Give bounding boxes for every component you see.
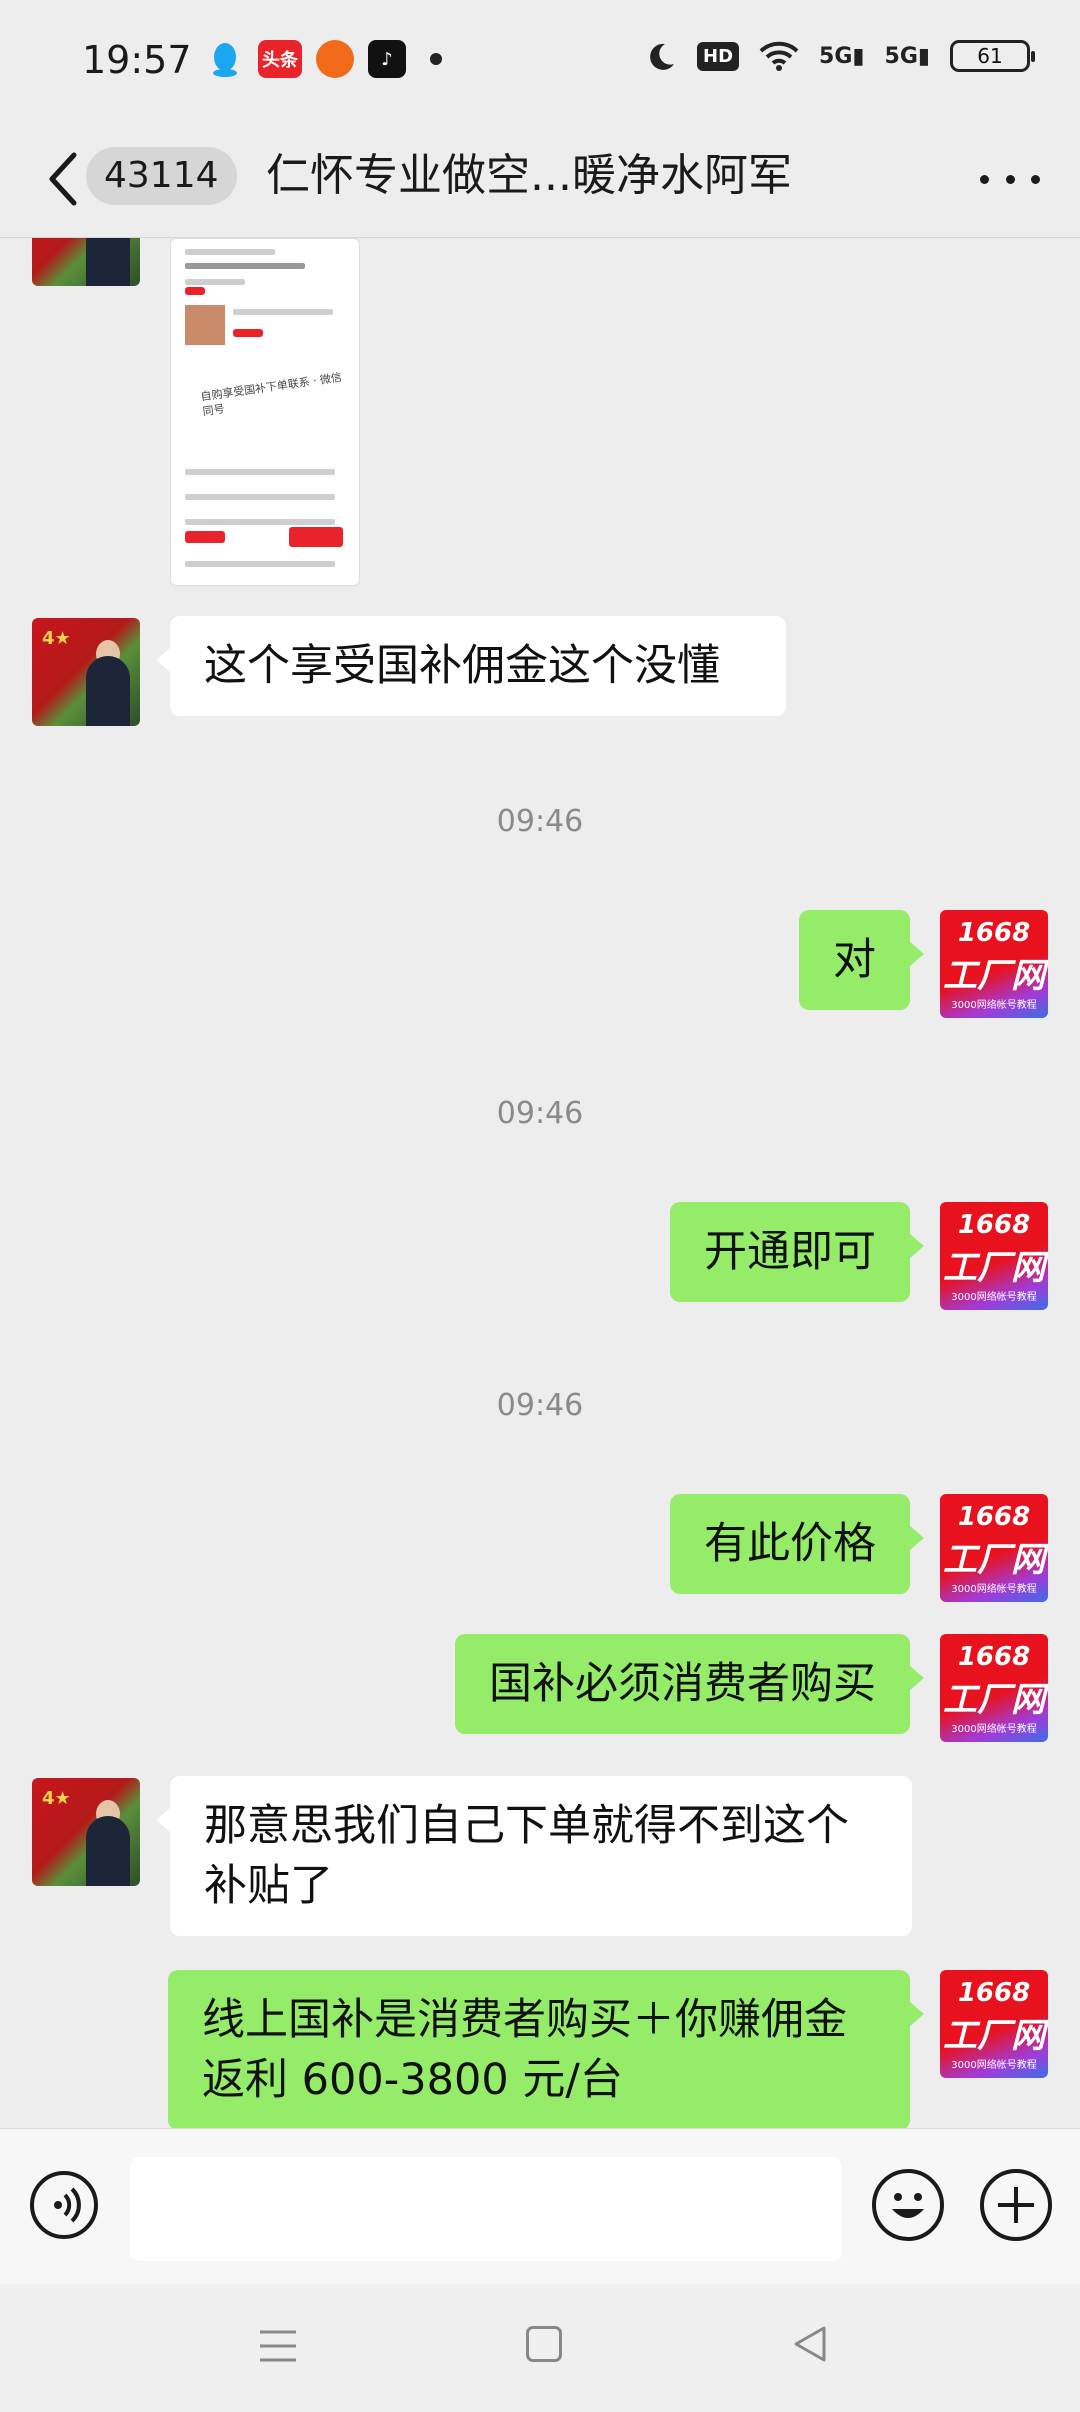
product-order-screenshot[interactable]: 自购享受国补下单联系 · 微信同号 [170,238,360,586]
contact-avatar[interactable]: 4★ [32,618,140,726]
my-avatar[interactable]: 1668 工厂网 3000网络帐号教程 [940,1202,1048,1310]
home-icon[interactable] [526,2326,562,2362]
qq-icon [206,40,244,78]
message-input-bar [0,2128,1080,2285]
recent-apps-icon[interactable] [258,2328,298,2364]
my-avatar[interactable]: 1668 工厂网 3000网络帐号教程 [940,1970,1048,2078]
outgoing-message[interactable]: 开通即可 [670,1202,924,1302]
wifi-icon [759,41,799,71]
incoming-message[interactable]: 这个享受国补佣金这个没懂 [156,616,786,716]
unread-count-badge[interactable]: 43114 [86,147,237,205]
moon-icon [650,43,675,70]
emoji-icon[interactable] [872,2169,944,2241]
status-bar: 19:57 头条 ♪ HD 5G▮ 5G▮ 61 [0,0,1080,125]
message-timestamp: 09:46 [496,1388,584,1423]
more-notifications-dot [430,53,442,65]
contact-avatar[interactable] [32,238,140,286]
incoming-message[interactable]: 那意思我们自己下单就得不到这个补贴了 [156,1776,912,1936]
more-options-icon[interactable] [980,151,1040,207]
contact-avatar[interactable]: 4★ [32,1778,140,1886]
system-navigation-bar [0,2284,1080,2412]
message-timestamp: 09:46 [496,804,584,839]
voice-input-icon[interactable] [30,2171,98,2239]
message-list[interactable]: 自购享受国补下单联系 · 微信同号 4★ 这个享受国补佣金这个没懂 09:46 … [0,238,1080,2128]
outgoing-message[interactable]: 线上国补是消费者购买＋你赚佣金返利 600-3800 元/台 [168,1970,924,2128]
plus-icon[interactable] [980,2169,1052,2241]
system-status-icons: HD 5G▮ 5G▮ 61 [645,40,1035,72]
nav-back-icon[interactable] [790,2324,830,2364]
my-avatar[interactable]: 1668 工厂网 3000网络帐号教程 [940,910,1048,1018]
back-arrow-icon[interactable] [44,149,84,209]
hd-voice-icon: HD [697,41,740,71]
chat-title: 仁怀专业做空...暖净水阿军 [266,150,792,201]
clock: 19:57 [82,38,192,82]
chat-header: 43114 仁怀专业做空...暖净水阿军 [0,125,1080,238]
shop-icon [316,40,354,78]
battery-level: 61 [977,44,1003,68]
battery-icon: 61 [950,40,1035,72]
signal-5g-icon-2: 5G▮ [884,43,930,69]
notification-icons: 头条 ♪ [206,40,442,78]
outgoing-message[interactable]: 对 [799,910,924,1010]
toutiao-label: 头条 [262,50,298,71]
message-text-field[interactable] [130,2157,842,2261]
tiktok-icon: ♪ [368,40,406,78]
signal-5g-icon-1: 5G▮ [819,43,865,69]
outgoing-message[interactable]: 国补必须消费者购买 [455,1634,924,1734]
my-avatar[interactable]: 1668 工厂网 3000网络帐号教程 [940,1634,1048,1742]
my-avatar[interactable]: 1668 工厂网 3000网络帐号教程 [940,1494,1048,1602]
toutiao-icon: 头条 [258,40,302,78]
outgoing-message[interactable]: 有此价格 [670,1494,924,1594]
message-timestamp: 09:46 [496,1096,584,1131]
